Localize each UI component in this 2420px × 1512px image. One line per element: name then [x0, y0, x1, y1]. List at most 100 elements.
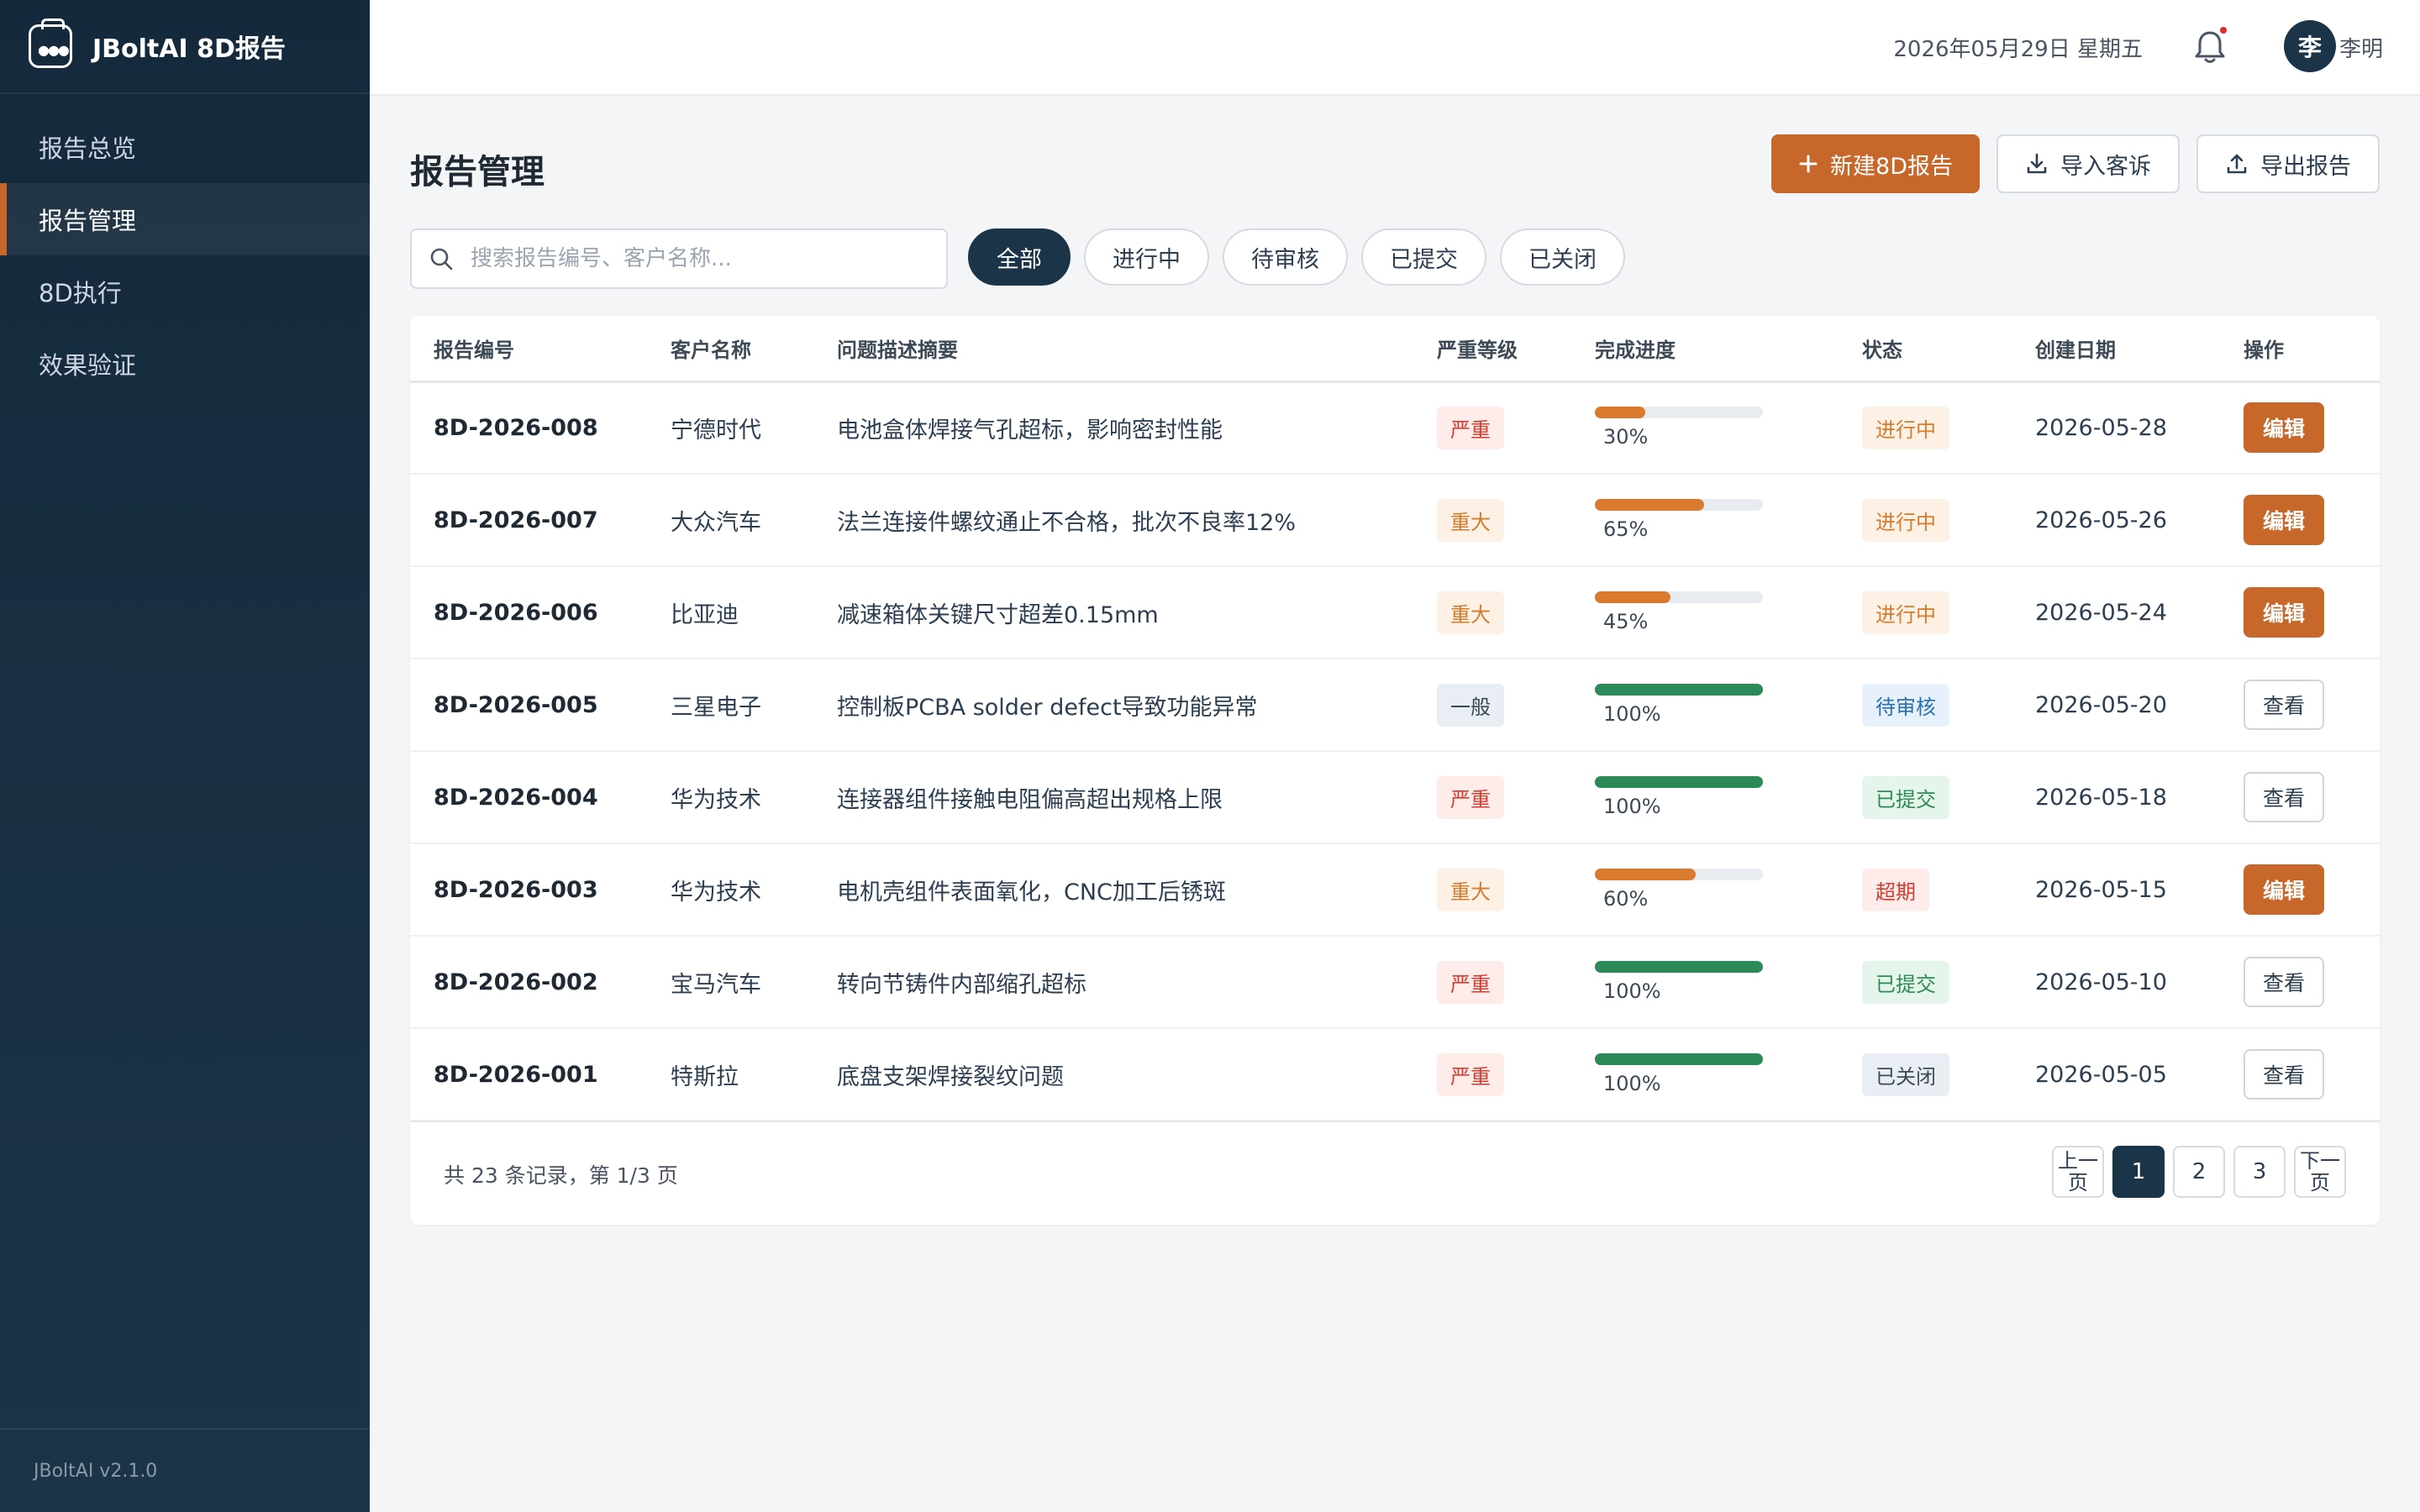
- brand-title: JBoltAI 8D报告: [92, 34, 286, 64]
- edit-button[interactable]: 编辑: [2244, 587, 2324, 638]
- edit-button[interactable]: 编辑: [2244, 864, 2324, 915]
- column-header: 报告编号: [434, 338, 514, 362]
- robot-logo-icon: ●●●: [29, 18, 72, 68]
- filter-chip-submitted[interactable]: 已提交: [1361, 228, 1486, 286]
- created-date: 2026-05-24: [2035, 599, 2167, 626]
- created-date: 2026-05-20: [2035, 691, 2167, 718]
- report-code: 8D-2026-004: [434, 784, 598, 811]
- severity-cell: 严重: [1413, 1028, 1571, 1121]
- created-date: 2026-05-15: [2035, 876, 2167, 903]
- status-cell: 进行中: [1839, 566, 2012, 659]
- report-code: 8D-2026-003: [434, 876, 598, 903]
- next-page-button[interactable]: 下一页: [2294, 1146, 2346, 1198]
- sidebar-item-label: 8D执行: [39, 279, 122, 307]
- problem-summary: 转向节铸件内部缩孔超标: [837, 971, 1086, 998]
- progress-label: 100%: [1603, 702, 1661, 726]
- sidebar-item-8d-execution[interactable]: 8D执行: [0, 255, 370, 328]
- search-box[interactable]: [410, 228, 948, 289]
- view-button[interactable]: 查看: [2244, 957, 2324, 1007]
- page-button-2[interactable]: 2: [2173, 1146, 2225, 1198]
- edit-button[interactable]: 编辑: [2244, 402, 2324, 454]
- progress-cell: 100%: [1571, 751, 1839, 843]
- column-header: 严重等级: [1437, 338, 1518, 362]
- severity-badge: 严重: [1437, 960, 1504, 1004]
- table-row[interactable]: 8D-2026-003 华为技术 电机壳组件表面氧化，CNC加工后锈斑 重大 60% 超期…: [410, 843, 2380, 936]
- notification-dot: [2220, 27, 2227, 34]
- progress-track: [1595, 407, 1763, 419]
- severity-badge: 一般: [1437, 683, 1504, 727]
- sidebar-item-effect-verification[interactable]: 效果验证: [0, 328, 370, 400]
- progress-cell: 60%: [1571, 843, 1839, 936]
- operation-cell: 编辑: [2220, 474, 2380, 566]
- status-filter-group: 全部 进行中 待审核 已提交 已关闭: [968, 228, 1625, 286]
- topbar: 2026年05月29日 星期五 李 李明: [370, 0, 2420, 96]
- table-header-row: 报告编号 客户名称 问题描述摘要 严重等级 完成进度 状态 创建日期 操作: [410, 316, 2380, 381]
- table-row[interactable]: 8D-2026-008 宁德时代 电池盒体焊接气孔超标，影响密封性能 严重 30% 进行中…: [410, 381, 2380, 474]
- export-report-button[interactable]: 导出报告: [2196, 134, 2380, 193]
- table-row[interactable]: 8D-2026-006 比亚迪 减速箱体关键尺寸超差0.15mm 重大 45% 进行中 20…: [410, 566, 2380, 659]
- table-row[interactable]: 8D-2026-005 三星电子 控制板PCBA solder defect导致功能…: [410, 659, 2380, 751]
- filter-chip-all[interactable]: 全部: [968, 228, 1071, 286]
- view-button[interactable]: 查看: [2244, 680, 2324, 730]
- status-badge: 已关闭: [1862, 1053, 1949, 1096]
- prev-page-button[interactable]: 上一页: [2052, 1146, 2104, 1198]
- filter-chip-in-progress[interactable]: 进行中: [1084, 228, 1209, 286]
- severity-badge: 重大: [1437, 591, 1504, 634]
- progress-fill: [1595, 499, 1704, 511]
- filter-chip-pending-review[interactable]: 待审核: [1223, 228, 1348, 286]
- status-cell: 待审核: [1839, 659, 2012, 751]
- status-badge: 进行中: [1862, 498, 1949, 542]
- sidebar-item-overview[interactable]: 报告总览: [0, 111, 370, 183]
- table-row[interactable]: 8D-2026-007 大众汽车 法兰连接件螺纹通止不合格，批次不良率12% 重大 65…: [410, 474, 2380, 566]
- avatar[interactable]: 李: [2284, 20, 2336, 72]
- download-icon: [2027, 153, 2047, 174]
- progress-fill: [1595, 407, 1645, 419]
- progress-cell: 45%: [1571, 566, 1839, 659]
- sidebar-item-label: 报告总览: [39, 134, 137, 163]
- status-cell: 进行中: [1839, 381, 2012, 474]
- current-date: 2026年05月29日 星期五: [1893, 37, 2143, 62]
- import-complaint-button[interactable]: 导入客诉: [1996, 134, 2180, 193]
- user-name[interactable]: 李明: [2339, 32, 2383, 63]
- report-code: 8D-2026-006: [434, 599, 598, 626]
- filter-chip-closed[interactable]: 已关闭: [1500, 228, 1625, 286]
- edit-button[interactable]: 编辑: [2244, 495, 2324, 545]
- progress-fill: [1595, 684, 1763, 696]
- problem-summary: 法兰连接件螺纹通止不合格，批次不良率12%: [837, 509, 1297, 536]
- progress-bar: 60%: [1595, 869, 1763, 911]
- report-code: 8D-2026-008: [434, 414, 598, 441]
- problem-summary: 连接器组件接触电阻偏高超出规格上限: [837, 786, 1223, 813]
- progress-track: [1595, 499, 1763, 511]
- page-button-1[interactable]: 1: [2112, 1146, 2165, 1198]
- table-row[interactable]: 8D-2026-001 特斯拉 底盘支架焊接裂纹问题 严重 100% 已关闭 2026-05…: [410, 1028, 2380, 1121]
- progress-track: [1595, 684, 1763, 696]
- table-row[interactable]: 8D-2026-002 宝马汽车 转向节铸件内部缩孔超标 严重 100% 已提交 2026-…: [410, 936, 2380, 1028]
- status-cell: 进行中: [1839, 474, 2012, 566]
- bell-icon[interactable]: [2193, 27, 2227, 66]
- severity-cell: 一般: [1413, 659, 1571, 751]
- progress-label: 60%: [1603, 887, 1649, 911]
- view-button[interactable]: 查看: [2244, 1049, 2324, 1100]
- import-complaint-label: 导入客诉: [2060, 153, 2151, 180]
- column-header: 客户名称: [671, 338, 751, 362]
- status-cell: 超期: [1839, 843, 2012, 936]
- progress-track: [1595, 1053, 1763, 1065]
- view-button[interactable]: 查看: [2244, 772, 2324, 822]
- progress-bar: 45%: [1595, 591, 1763, 633]
- bell-icon-graphic: [2195, 31, 2225, 63]
- page-button-3[interactable]: 3: [2233, 1146, 2286, 1198]
- report-table: 报告编号 客户名称 问题描述摘要 严重等级 完成进度 状态 创建日期 操作 8D…: [410, 316, 2380, 1121]
- created-date: 2026-05-26: [2035, 507, 2167, 533]
- progress-label: 100%: [1603, 979, 1661, 1003]
- status-cell: 已关闭: [1839, 1028, 2012, 1121]
- page-actions: 新建8D报告 导入客诉 导出报告: [1771, 134, 2380, 193]
- page-title: 报告管理: [410, 153, 544, 192]
- progress-bar: 65%: [1595, 499, 1763, 541]
- column-header: 操作: [2244, 338, 2284, 362]
- report-code: 8D-2026-002: [434, 969, 598, 995]
- table-row[interactable]: 8D-2026-004 华为技术 连接器组件接触电阻偏高超出规格上限 严重 100% 已提…: [410, 751, 2380, 843]
- progress-label: 45%: [1603, 610, 1649, 633]
- new-report-button[interactable]: 新建8D报告: [1771, 134, 1980, 193]
- search-input[interactable]: [469, 245, 926, 272]
- sidebar-item-report-management[interactable]: 报告管理: [0, 183, 370, 255]
